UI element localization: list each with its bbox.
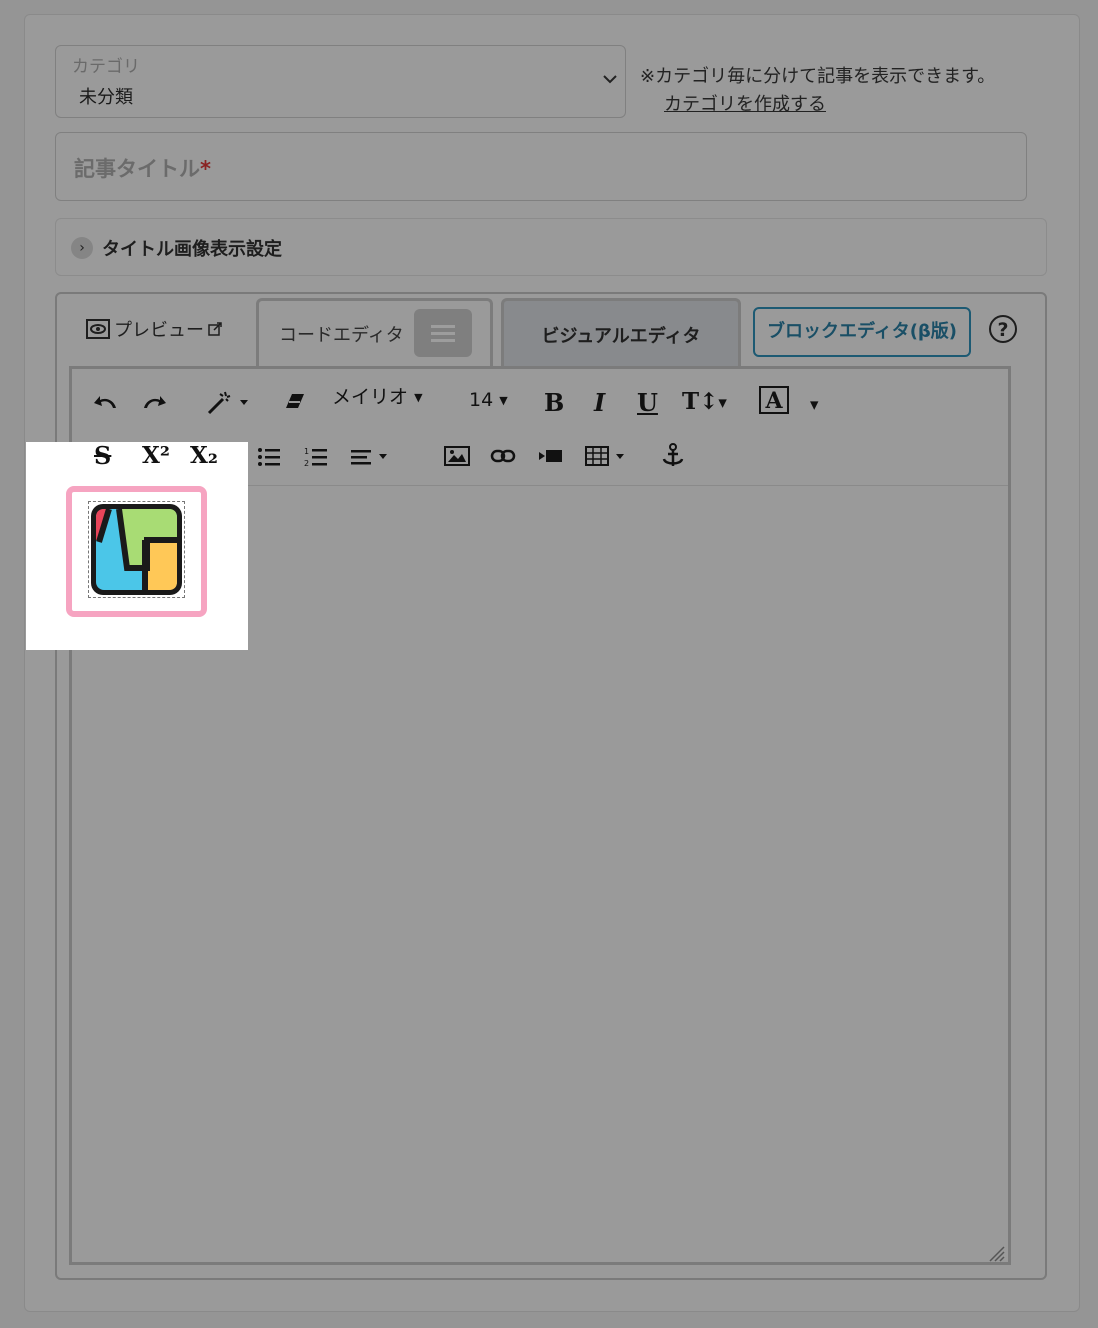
required-mark: * bbox=[200, 157, 211, 181]
align-icon[interactable] bbox=[350, 446, 392, 468]
tab-code-editor[interactable]: コードエディタ bbox=[256, 298, 493, 366]
tab-code-label: コードエディタ bbox=[279, 325, 404, 346]
redo-icon[interactable] bbox=[140, 390, 168, 412]
external-link-icon bbox=[208, 322, 222, 336]
video-icon[interactable] bbox=[538, 448, 564, 464]
inserted-image[interactable] bbox=[88, 501, 185, 598]
tab-visual-editor[interactable]: ビジュアルエディタ bbox=[501, 298, 741, 368]
eye-icon bbox=[86, 319, 110, 339]
article-title-placeholder: 記事タイトル* bbox=[74, 157, 211, 181]
chevron-right-icon: › bbox=[71, 237, 93, 259]
image-icon[interactable] bbox=[444, 445, 470, 467]
category-select[interactable]: カテゴリ 未分類 bbox=[55, 45, 626, 118]
accordion-label: タイトル画像表示設定 bbox=[102, 239, 282, 260]
italic-button[interactable]: I bbox=[594, 391, 605, 415]
font-color-dropdown[interactable]: ▼ bbox=[810, 394, 818, 416]
help-icon[interactable]: ? bbox=[989, 315, 1017, 343]
tab-block-editor[interactable]: ブロックエディタ(β版) bbox=[753, 307, 971, 357]
tab-preview-label: プレビュー bbox=[114, 320, 204, 341]
category-note: ※カテゴリ毎に分けて記事を表示できます。 bbox=[640, 66, 996, 87]
menu-icon[interactable] bbox=[414, 309, 472, 357]
superscript-button[interactable]: X² bbox=[142, 444, 170, 467]
svg-text:2: 2 bbox=[304, 459, 309, 468]
numbered-list-icon[interactable]: 12 bbox=[304, 446, 328, 468]
bullet-list-icon[interactable] bbox=[257, 446, 281, 468]
eraser-icon[interactable] bbox=[284, 390, 306, 412]
table-icon[interactable] bbox=[585, 445, 629, 467]
chevron-down-icon bbox=[603, 75, 617, 84]
category-value: 未分類 bbox=[79, 87, 133, 108]
strikethrough-button[interactable]: S bbox=[94, 444, 111, 468]
article-title-input[interactable]: 記事タイトル* bbox=[55, 132, 1027, 201]
font-color-button[interactable]: A bbox=[759, 386, 789, 414]
app-logo-icon bbox=[91, 504, 182, 595]
category-label: カテゴリ bbox=[72, 57, 140, 77]
underline-button[interactable]: U bbox=[637, 391, 658, 415]
anchor-icon[interactable] bbox=[661, 443, 685, 469]
tab-preview[interactable]: プレビュー bbox=[86, 316, 222, 342]
link-icon[interactable] bbox=[490, 446, 516, 466]
resize-handle-icon[interactable] bbox=[987, 1244, 1005, 1262]
create-category-link[interactable]: カテゴリを作成する bbox=[664, 90, 826, 116]
magic-wand-icon[interactable] bbox=[206, 388, 250, 416]
title-image-settings-accordion[interactable]: › タイトル画像表示設定 bbox=[55, 218, 1047, 276]
svg-text:1: 1 bbox=[304, 447, 309, 456]
tab-visual-label: ビジュアルエディタ bbox=[541, 326, 701, 347]
subscript-button[interactable]: X₂ bbox=[190, 444, 218, 467]
bold-button[interactable]: B bbox=[544, 391, 564, 415]
undo-icon[interactable] bbox=[92, 390, 120, 412]
text-size-button[interactable]: T↕▼ bbox=[682, 390, 727, 413]
font-family-select[interactable]: メイリオ ▼ bbox=[332, 388, 423, 407]
font-size-select[interactable]: 14 ▼ bbox=[469, 391, 508, 410]
